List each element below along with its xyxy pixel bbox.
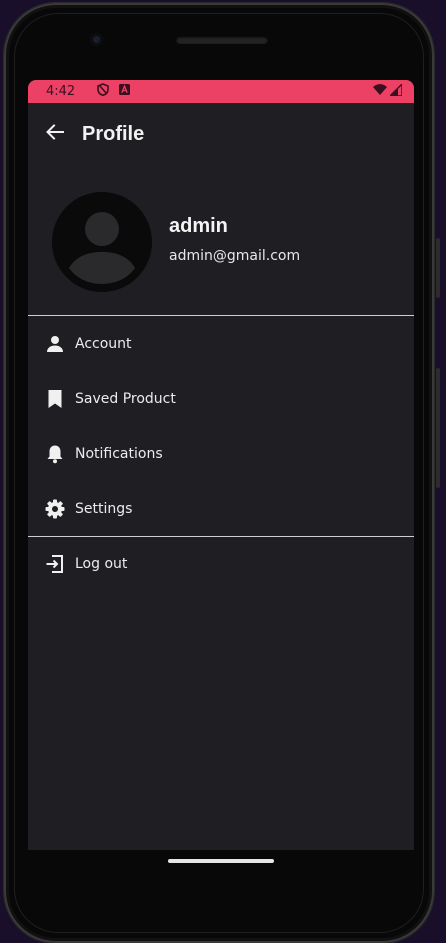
shield-icon bbox=[97, 83, 110, 100]
arrow-left-icon bbox=[45, 122, 65, 146]
logout-label: Log out bbox=[75, 556, 128, 572]
logout-button[interactable]: Log out bbox=[28, 537, 414, 591]
menu-item-label: Account bbox=[75, 335, 132, 352]
profile-menu: Account Saved Product Notifications Sett… bbox=[28, 316, 414, 536]
menu-item-label: Settings bbox=[75, 500, 133, 517]
front-camera bbox=[90, 33, 103, 46]
home-gesture-bar[interactable] bbox=[168, 859, 274, 863]
volume-button bbox=[436, 238, 440, 298]
wifi-icon bbox=[373, 84, 387, 99]
menu-item-account[interactable]: Account bbox=[28, 316, 414, 371]
signal-icon bbox=[388, 81, 403, 100]
profile-header: admin admin@gmail.com bbox=[28, 165, 414, 315]
person-icon bbox=[44, 333, 66, 355]
bookmark-icon bbox=[44, 388, 66, 410]
person-avatar-icon bbox=[52, 192, 152, 292]
status-bar: 4:42 bbox=[28, 80, 414, 103]
page-title: Profile bbox=[82, 122, 145, 145]
a-badge-icon bbox=[119, 84, 131, 99]
app-bar: Profile bbox=[28, 103, 414, 165]
app-screen: 4:42 Profile admin admin@gmail.com Accou… bbox=[28, 80, 414, 850]
menu-item-label: Notifications bbox=[75, 445, 163, 462]
gear-icon bbox=[44, 498, 66, 520]
menu-item-label: Saved Product bbox=[75, 390, 176, 407]
menu-item-notifications[interactable]: Notifications bbox=[28, 426, 414, 481]
back-button[interactable] bbox=[44, 123, 66, 145]
bell-icon bbox=[44, 443, 66, 465]
user-email: admin@gmail.com bbox=[169, 247, 301, 264]
status-time: 4:42 bbox=[46, 84, 76, 99]
user-name: admin bbox=[169, 214, 228, 237]
logout-icon bbox=[44, 553, 66, 575]
menu-item-settings[interactable]: Settings bbox=[28, 481, 414, 536]
power-button bbox=[436, 368, 440, 488]
user-info: admin admin@gmail.com bbox=[169, 215, 300, 264]
menu-item-saved-product[interactable]: Saved Product bbox=[28, 371, 414, 426]
earpiece-speaker bbox=[176, 36, 268, 44]
